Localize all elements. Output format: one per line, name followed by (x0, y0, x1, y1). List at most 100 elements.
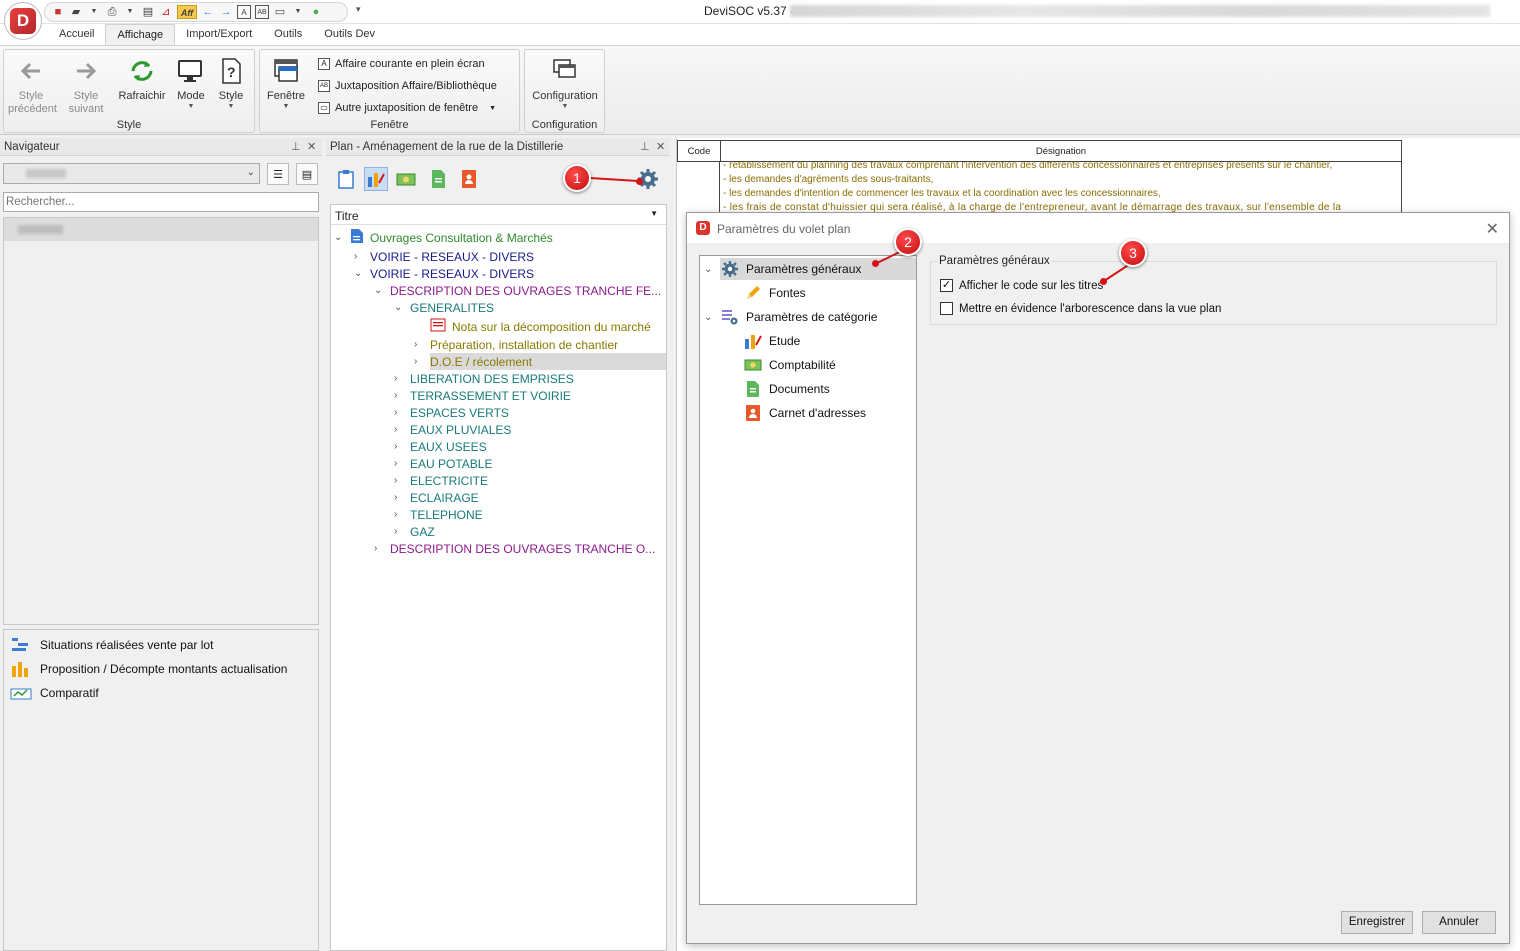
save-icon[interactable]: ■ (51, 5, 65, 19)
chevron-right-icon[interactable]: › (354, 251, 364, 262)
list-item-proposition[interactable]: Proposition / Décompte montants actualis… (10, 660, 287, 678)
navigator-selector[interactable]: ⌄ (3, 163, 260, 184)
forward-arrow-icon[interactable]: → (219, 5, 233, 19)
navigator-search-input[interactable] (3, 192, 319, 212)
checkbox-unchecked-icon[interactable] (940, 302, 953, 315)
chevron-down-icon[interactable]: ⌄ (354, 268, 364, 279)
chevron-right-icon[interactable]: › (394, 390, 404, 401)
folder-icon[interactable]: ▰ (69, 5, 83, 19)
pin-icon[interactable]: ⊥ (640, 140, 650, 153)
tree-node[interactable]: › ELECTRICITE (394, 472, 488, 489)
tree-node[interactable]: › Préparation, installation de chantier (414, 336, 618, 353)
chevron-right-icon[interactable]: › (394, 526, 404, 537)
sort-dropdown-icon[interactable]: ▼ (650, 209, 658, 218)
chevron-right-icon[interactable]: › (394, 424, 404, 435)
chevron-right-icon[interactable]: › (394, 475, 404, 486)
chevron-right-icon[interactable]: › (394, 492, 404, 503)
window-button[interactable]: Fenêtre ▼ (262, 54, 310, 111)
dropdown-icon[interactable]: ▼ (87, 5, 101, 19)
navigator-list[interactable] (3, 217, 319, 625)
chevron-right-icon[interactable]: › (414, 356, 424, 367)
window-layout-icon[interactable]: ▭ (273, 5, 287, 19)
navigator-options-button[interactable]: ▤ (296, 163, 318, 185)
grid-col-code[interactable]: Code (678, 141, 721, 161)
configuration-button[interactable]: Configuration ▼ (527, 54, 603, 111)
tab-accueil[interactable]: Accueil (48, 24, 105, 45)
close-icon[interactable]: ✕ (1486, 219, 1499, 239)
tree-node[interactable]: › TERRASSEMENT ET VOIRIE (394, 387, 571, 404)
tree-node[interactable]: ⌄ GENERALITES (394, 299, 494, 316)
other-juxtaposition-button[interactable]: ▭ Autre juxtaposition de fenêtre ▼ (318, 98, 496, 118)
chevron-down-icon[interactable]: ⌄ (704, 264, 714, 275)
chevron-down-icon[interactable]: ⌄ (394, 302, 404, 313)
tree-node[interactable]: › LIBERATION DES EMPRISES (394, 370, 574, 387)
tab-outils[interactable]: Outils (263, 24, 313, 45)
tree-column-header[interactable]: Titre ▼ (331, 205, 666, 225)
dropdown-icon[interactable]: ▼ (123, 5, 137, 19)
pdf-icon[interactable]: ⊿ (159, 5, 173, 19)
list-item-situations[interactable]: Situations réalisées vente par lot (10, 636, 213, 654)
chevron-right-icon[interactable]: › (394, 407, 404, 418)
style-button[interactable]: ? Style ▼ (208, 54, 254, 111)
tree-item-comptabilite[interactable]: Comptabilité (744, 354, 836, 376)
layout-a-icon[interactable]: A (237, 5, 251, 19)
tree-item-fontes[interactable]: Fontes (744, 282, 806, 304)
tree-node[interactable]: › EAUX USEES (394, 438, 487, 455)
tree-item-parametres-generaux[interactable]: ⌄ Paramètres généraux (704, 258, 861, 280)
fullscreen-button[interactable]: A Affaire courante en plein écran (318, 54, 485, 74)
tree-node[interactable]: ⌄ VOIRIE - RESEAUX - DIVERS (354, 265, 534, 282)
navigator-selected-item[interactable] (4, 218, 318, 241)
close-icon[interactable]: ✕ (656, 140, 665, 153)
app-logo[interactable]: D (4, 2, 42, 40)
juxtaposition-button[interactable]: AB Juxtaposition Affaire/Bibliothèque (318, 76, 497, 96)
pin-icon[interactable]: ⊥ (291, 140, 301, 153)
save-button[interactable]: Enregistrer (1341, 911, 1413, 934)
checkbox-checked-icon[interactable]: ✓ (940, 279, 953, 292)
grid-col-designation[interactable]: Désignation (721, 141, 1401, 161)
tab-affichage[interactable]: Affichage (105, 24, 176, 45)
close-icon[interactable]: ✕ (307, 140, 316, 153)
tree-item-documents[interactable]: Documents (744, 378, 830, 400)
tree-node[interactable]: › EAU POTABLE (394, 455, 492, 472)
tree-node[interactable]: › GAZ (394, 523, 435, 540)
dropdown-icon[interactable]: ▼ (291, 5, 305, 19)
next-style-button[interactable]: Style suivant (62, 54, 110, 116)
chevron-right-icon[interactable]: › (394, 441, 404, 452)
etude-button[interactable] (364, 167, 388, 191)
documents-button[interactable] (426, 167, 450, 191)
list-item-comparatif[interactable]: Comparatif (10, 684, 99, 702)
chevron-right-icon[interactable]: › (394, 373, 404, 384)
tree-item-etude[interactable]: Etude (744, 330, 800, 352)
tree-node[interactable]: › VOIRIE - RESEAUX - DIVERS (354, 248, 534, 265)
clipboard-button[interactable] (334, 167, 358, 191)
tab-outils-dev[interactable]: Outils Dev (313, 24, 386, 45)
cancel-button[interactable]: Annuler (1422, 911, 1496, 934)
previous-style-button[interactable]: Style précédent (8, 54, 57, 116)
tree-node[interactable]: › D.O.E / récolement (414, 353, 532, 370)
chevron-right-icon[interactable]: › (414, 339, 424, 350)
tree-node[interactable]: › ESPACES VERTS (394, 404, 509, 421)
chevron-right-icon[interactable]: › (394, 458, 404, 469)
tree-node[interactable]: › DESCRIPTION DES OUVRAGES TRANCHE O... (374, 540, 655, 557)
tab-import-export[interactable]: Import/Export (175, 24, 263, 45)
print-icon[interactable]: ⎙ (105, 5, 119, 19)
print-preview-icon[interactable]: ▤ (141, 5, 155, 19)
tree-item-carnet-adresses[interactable]: Carnet d'adresses (744, 402, 866, 424)
tree-node[interactable]: › TELEPHONE (394, 506, 483, 523)
chevron-down-icon[interactable]: ⌄ (334, 232, 344, 243)
address-book-button[interactable] (457, 167, 481, 191)
back-arrow-icon[interactable]: ← (201, 5, 215, 19)
chevron-down-icon[interactable]: ⌄ (374, 285, 384, 296)
globe-icon[interactable]: ● (309, 5, 323, 19)
qat-customize-icon[interactable]: ▾ (356, 4, 361, 15)
tree-node[interactable]: ⌄ Ouvrages Consultation & Marchés (334, 229, 553, 246)
chevron-right-icon[interactable]: › (394, 509, 404, 520)
tree-node[interactable]: › EAUX PLUVIALES (394, 421, 511, 438)
chevron-right-icon[interactable]: › (374, 543, 384, 554)
chevron-down-icon[interactable]: ⌄ (704, 312, 714, 323)
tree-node[interactable]: Nota sur la décomposition du marché (414, 318, 651, 335)
comptabilite-button[interactable] (394, 167, 418, 191)
show-code-checkbox[interactable]: ✓ Afficher le code sur les titres (940, 279, 1103, 292)
layout-ab-icon[interactable]: AB (255, 5, 269, 19)
navigator-list-button[interactable]: ☰ (267, 163, 289, 185)
